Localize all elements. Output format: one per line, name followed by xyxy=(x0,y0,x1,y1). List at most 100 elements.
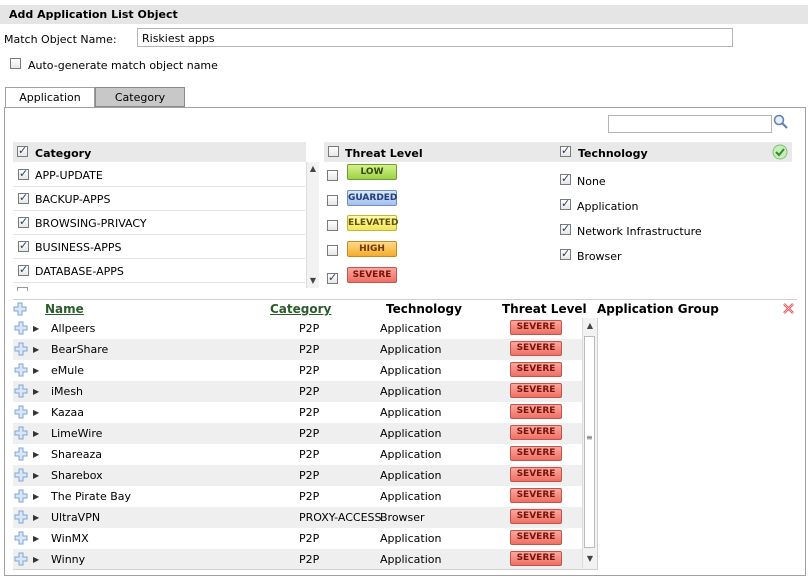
category-checkbox[interactable] xyxy=(18,215,29,228)
tab-application[interactable]: Application xyxy=(5,87,95,108)
column-header-category[interactable]: Category xyxy=(270,302,331,316)
category-header-label: Category xyxy=(35,147,92,160)
category-checkbox[interactable] xyxy=(18,263,29,276)
match-object-value: Riskiest apps xyxy=(142,32,215,45)
remove-all-icon[interactable] xyxy=(782,302,795,315)
table-row[interactable]: ▶ Sharebox P2P Application SEVERE xyxy=(13,465,597,486)
add-all-icon[interactable] xyxy=(13,302,27,316)
table-row[interactable]: ▶ eMule P2P Application SEVERE xyxy=(13,360,597,381)
add-icon[interactable] xyxy=(14,552,28,566)
technology-application-checkbox[interactable] xyxy=(560,197,571,210)
column-header-technology: Technology xyxy=(386,302,462,316)
expand-icon[interactable]: ▶ xyxy=(33,324,39,333)
app-technology: Application xyxy=(380,490,442,503)
technology-browser-checkbox[interactable] xyxy=(560,247,571,260)
app-name: LimeWire xyxy=(51,427,103,440)
expand-icon[interactable]: ▶ xyxy=(33,429,39,438)
add-icon[interactable] xyxy=(14,405,28,419)
expand-icon[interactable]: ▶ xyxy=(33,555,39,564)
app-name: The Pirate Bay xyxy=(51,490,132,503)
expand-icon[interactable]: ▶ xyxy=(33,471,39,480)
match-object-input[interactable]: Riskiest apps xyxy=(137,28,733,47)
autogen-checkbox[interactable] xyxy=(10,58,21,69)
column-header-threat: Threat Level xyxy=(502,302,587,316)
category-item-browsing-privacy[interactable]: BROWSING-PRIVACY xyxy=(13,211,305,235)
scroll-down-icon[interactable]: ▼ xyxy=(308,276,318,285)
add-icon[interactable] xyxy=(14,342,28,356)
table-row[interactable]: ▶ Winny P2P Application SEVERE xyxy=(13,549,597,570)
add-icon[interactable] xyxy=(14,384,28,398)
scroll-down-icon[interactable]: ▼ xyxy=(585,554,595,563)
search-input[interactable] xyxy=(608,115,772,133)
app-name: Winny xyxy=(51,553,86,566)
app-category: PROXY-ACCESS xyxy=(299,511,382,524)
expand-icon[interactable]: ▶ xyxy=(33,450,39,459)
expand-icon[interactable]: ▶ xyxy=(33,366,39,375)
expand-icon[interactable]: ▶ xyxy=(33,534,39,543)
add-icon[interactable] xyxy=(14,531,28,545)
table-row[interactable]: ▶ Allpeers P2P Application SEVERE xyxy=(13,318,597,339)
search-icon[interactable] xyxy=(773,114,789,130)
technology-network-checkbox[interactable] xyxy=(560,222,571,235)
table-row[interactable]: ▶ The Pirate Bay P2P Application SEVERE xyxy=(13,486,597,507)
app-name: iMesh xyxy=(51,385,84,398)
app-technology: Application xyxy=(380,469,442,482)
add-icon[interactable] xyxy=(14,489,28,503)
app-technology: Application xyxy=(380,532,442,545)
category-checkbox[interactable] xyxy=(18,191,29,204)
category-all-checkbox[interactable] xyxy=(17,144,28,157)
expand-icon[interactable]: ▶ xyxy=(33,492,39,501)
add-icon[interactable] xyxy=(14,447,28,461)
table-row[interactable]: ▶ BearShare P2P Application SEVERE xyxy=(13,339,597,360)
add-icon[interactable] xyxy=(14,426,28,440)
app-category: P2P xyxy=(299,448,320,461)
threat-elevated-badge: ELEVATED xyxy=(347,215,398,231)
add-icon[interactable] xyxy=(14,468,28,482)
category-item-app-update[interactable]: APP-UPDATE xyxy=(13,163,305,187)
app-technology: Application xyxy=(380,364,442,377)
column-header-name[interactable]: Name xyxy=(45,302,84,316)
table-row[interactable]: ▶ LimeWire P2P Application SEVERE xyxy=(13,423,597,444)
threat-elevated-checkbox[interactable] xyxy=(327,220,338,231)
table-row[interactable]: ▶ Kazaa P2P Application SEVERE xyxy=(13,402,597,423)
app-technology: Browser xyxy=(380,511,425,524)
add-icon[interactable] xyxy=(14,510,28,524)
app-technology: Application xyxy=(380,406,442,419)
app-technology: Application xyxy=(380,343,442,356)
expand-icon[interactable]: ▶ xyxy=(33,387,39,396)
add-icon[interactable] xyxy=(14,363,28,377)
expand-icon[interactable]: ▶ xyxy=(33,345,39,354)
table-scrollbar[interactable]: ▲ ≡ ▼ xyxy=(582,318,597,568)
technology-header-label: Technology xyxy=(578,147,648,160)
expand-icon[interactable]: ▶ xyxy=(33,408,39,417)
expand-icon[interactable]: ▶ xyxy=(33,513,39,522)
threat-low-checkbox[interactable] xyxy=(327,170,338,181)
table-row[interactable]: ▶ UltraVPN PROXY-ACCESS Browser SEVERE xyxy=(13,507,597,528)
category-scrollbar[interactable]: ▲ ▼ xyxy=(306,162,319,288)
category-label: APP-UPDATE xyxy=(35,169,103,182)
app-threat-badge: SEVERE xyxy=(510,509,562,524)
category-item-database-apps[interactable]: DATABASE-APPS xyxy=(13,259,305,283)
category-item-backup-apps[interactable]: BACKUP-APPS xyxy=(13,187,305,211)
technology-all-checkbox[interactable] xyxy=(560,144,571,157)
threat-high-checkbox[interactable] xyxy=(327,245,338,256)
category-item-business-apps[interactable]: BUSINESS-APPS xyxy=(13,235,305,259)
category-checkbox[interactable] xyxy=(18,239,29,252)
threat-guarded-checkbox[interactable] xyxy=(327,195,338,206)
technology-none-checkbox[interactable] xyxy=(560,172,571,185)
table-row[interactable]: ▶ Shareaza P2P Application SEVERE xyxy=(13,444,597,465)
category-checkbox[interactable] xyxy=(18,167,29,180)
table-row[interactable]: ▶ WinMX P2P Application SEVERE xyxy=(13,528,597,549)
tab-category[interactable]: Category xyxy=(95,87,185,107)
table-row[interactable]: ▶ iMesh P2P Application SEVERE xyxy=(13,381,597,402)
threat-high-badge: HIGH xyxy=(347,241,397,257)
threat-severe-checkbox[interactable] xyxy=(327,271,338,284)
technology-network-label: Network Infrastructure xyxy=(577,225,702,238)
dialog-titlebar: Add Application List Object xyxy=(0,5,808,24)
scroll-up-icon[interactable]: ▲ xyxy=(585,321,595,330)
scroll-up-icon[interactable]: ▲ xyxy=(308,164,318,173)
add-icon[interactable] xyxy=(14,321,28,335)
app-threat-badge: SEVERE xyxy=(510,551,562,566)
threat-all-checkbox[interactable] xyxy=(328,146,339,157)
scroll-thumb[interactable]: ≡ xyxy=(584,336,595,548)
